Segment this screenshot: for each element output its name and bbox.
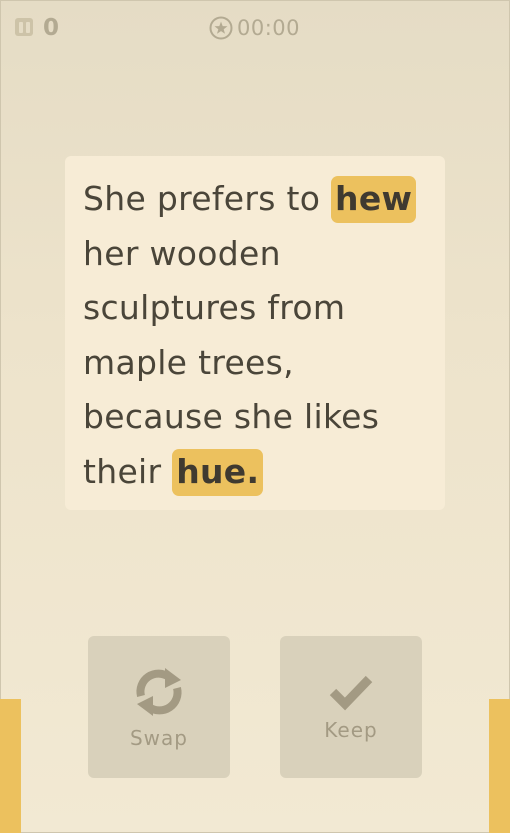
sentence-part-1: She prefers to — [83, 179, 332, 218]
keep-label: Keep — [324, 718, 378, 742]
star-timer-icon — [209, 16, 233, 40]
swap-label: Swap — [129, 726, 188, 750]
pause-button[interactable] — [15, 18, 33, 36]
swap-button[interactable]: Swap — [88, 636, 230, 778]
swap-arrows-icon — [136, 668, 182, 716]
left-accent-bar — [0, 699, 21, 833]
right-accent-bar — [489, 699, 510, 833]
checkmark-icon — [329, 675, 373, 711]
timer-text: 00:00 — [237, 16, 301, 40]
sentence-card: She prefers to hew her wooden sculptures… — [65, 156, 445, 510]
top-bar: 0 00:00 — [0, 0, 510, 58]
highlighted-word-hue[interactable]: hue. — [172, 448, 264, 496]
timer: 00:00 — [209, 15, 300, 41]
keep-button[interactable]: Keep — [280, 636, 422, 778]
pause-icon-bar — [25, 21, 30, 33]
highlighted-word-hew[interactable]: hew — [331, 176, 417, 223]
pause-icon — [18, 21, 23, 33]
score-counter: 0 — [43, 15, 60, 41]
sentence-text: She prefers to hew her wooden sculptures… — [83, 172, 433, 499]
